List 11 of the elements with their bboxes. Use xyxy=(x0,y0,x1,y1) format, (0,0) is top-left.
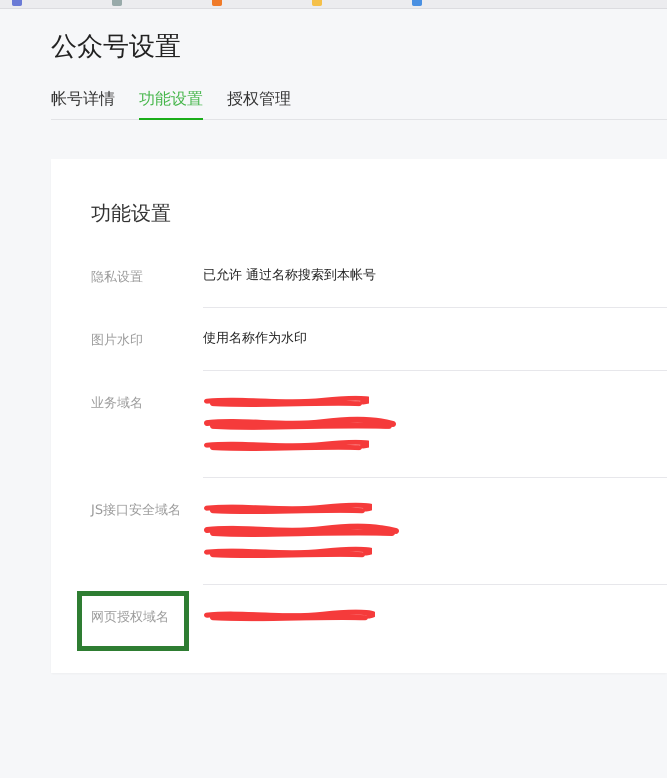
setting-label: 业务域名 xyxy=(91,395,144,413)
setting-label: 隐私设置 xyxy=(91,269,144,287)
page-title: 公众号设置 xyxy=(51,31,182,64)
setting-label: 网页授权域名 xyxy=(91,609,170,627)
tab[interactable]: 帐号详情 xyxy=(51,89,115,120)
setting-label: 图片水印 xyxy=(91,332,144,350)
card-title: 功能设置 xyxy=(91,200,172,227)
setting-value: 已允许 通过名称搜索到本帐号 xyxy=(203,267,378,285)
tab[interactable]: 授权管理 xyxy=(227,89,291,120)
setting-value: 使用名称作为水印 xyxy=(203,330,308,348)
setting-label: JS接口安全域名 xyxy=(91,502,182,520)
